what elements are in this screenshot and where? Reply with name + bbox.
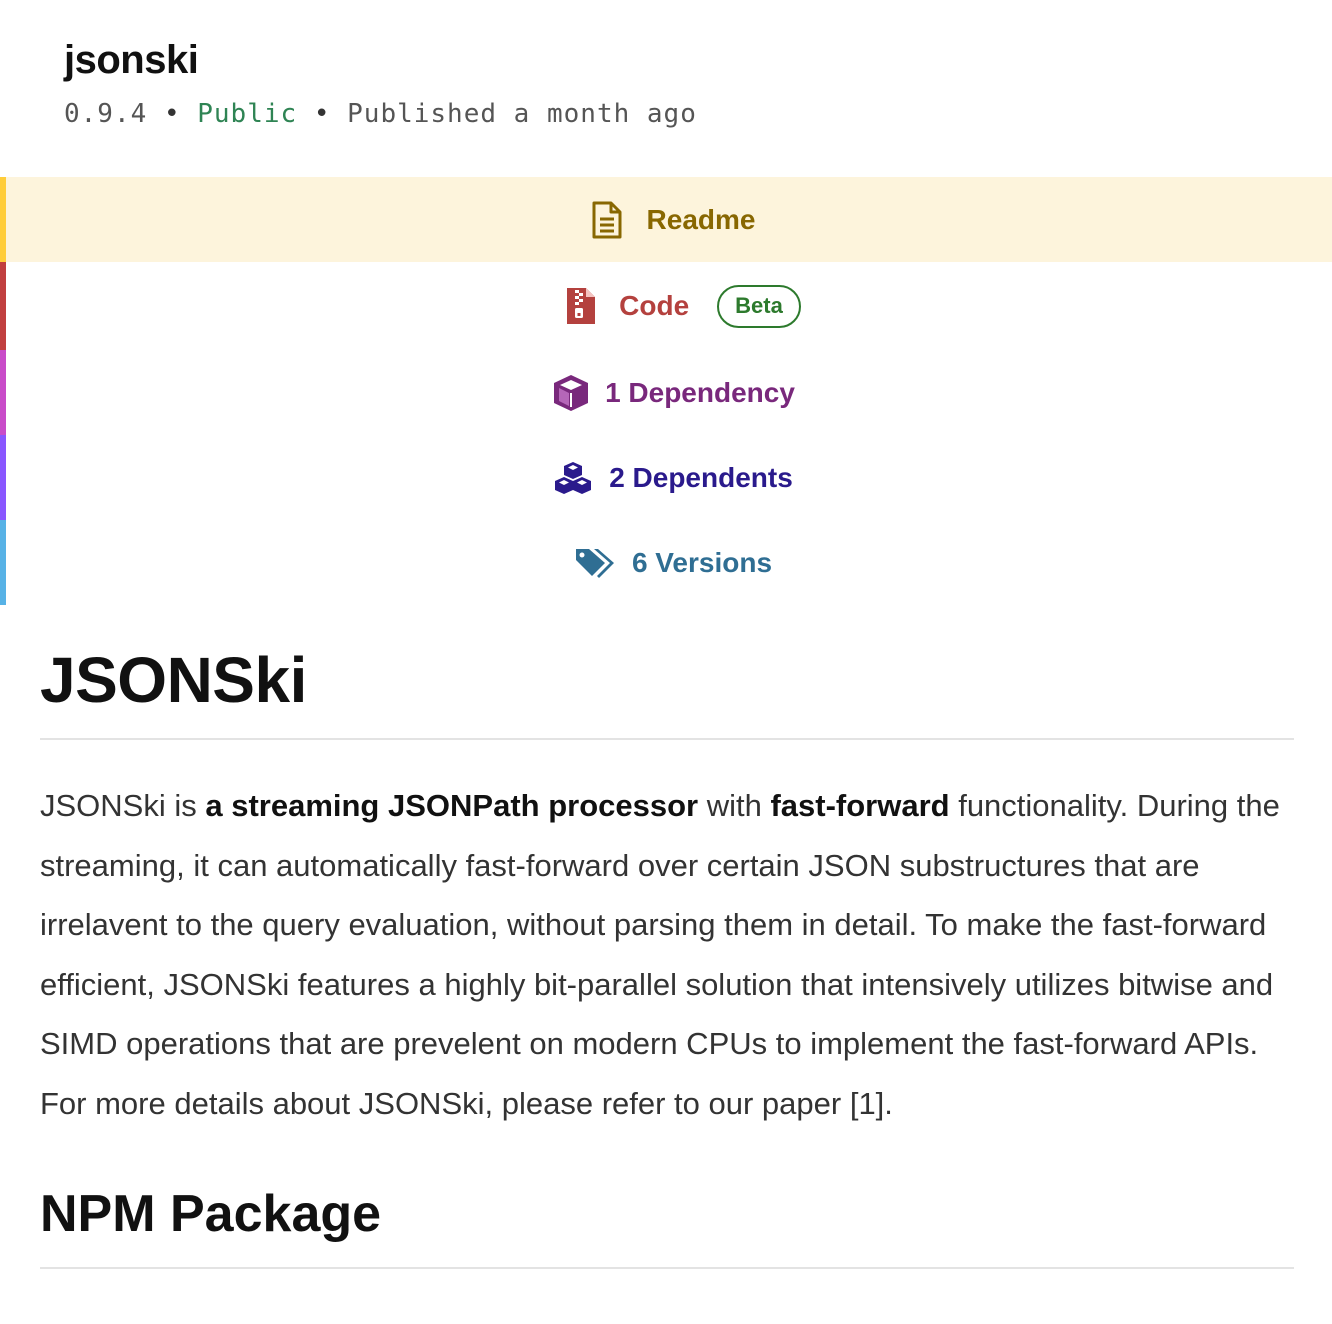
meta-separator: • [163,99,181,129]
readme-intro-paragraph: JSONSki is a streaming JSONPath processo… [40,776,1294,1133]
package-published: Published a month ago [347,99,697,129]
package-visibility: Public [197,99,298,129]
tab-readme-label: Readme [646,203,756,235]
tab-dependents[interactable]: 2 Dependents [0,435,1332,520]
beta-badge: Beta [717,284,801,328]
package-header: jsonski 0.9.4 • Public • Published a mon… [64,36,697,130]
tab-readme[interactable]: Readme [0,177,1332,262]
intro-emphasis: fast-forward [770,788,950,823]
intro-text: functionality. During the streaming, it … [40,788,1280,1121]
tab-dependents-label: 2 Dependents [609,461,793,493]
package-version: 0.9.4 [64,99,148,129]
meta-separator: • [313,99,331,129]
tab-accent-bar [0,262,6,350]
tab-code[interactable]: Code Beta [0,262,1332,350]
document-icon [591,201,623,239]
package-tabs: Readme Code Beta 1 Dependency 2 Dependen… [0,177,1332,605]
tab-code-label: Code [619,290,690,321]
zip-file-icon [565,286,597,326]
tab-versions-label: 6 Versions [631,546,773,578]
package-meta: 0.9.4 • Public • Published a month ago [64,98,697,130]
intro-text: JSONSki is [40,788,206,823]
tab-accent-bar [0,177,6,262]
intro-emphasis: a streaming JSONPath processor [205,788,699,823]
tags-icon [574,546,616,580]
tab-accent-bar [0,435,6,520]
tab-versions[interactable]: 6 Versions [0,520,1332,605]
intro-text: with [698,788,771,823]
readme-subheading: NPM Package [40,1179,1294,1269]
box-icon [551,373,591,413]
tab-accent-bar [0,350,6,435]
boxes-icon [553,460,593,496]
readme-heading: JSONSki [40,640,1294,740]
tab-dependencies[interactable]: 1 Dependency [0,350,1332,435]
readme-content: JSONSki JSONSki is a streaming JSONPath … [40,640,1294,1269]
package-name: jsonski [64,38,199,82]
tab-dependencies-label: 1 Dependency [605,376,795,408]
tab-accent-bar [0,520,6,605]
